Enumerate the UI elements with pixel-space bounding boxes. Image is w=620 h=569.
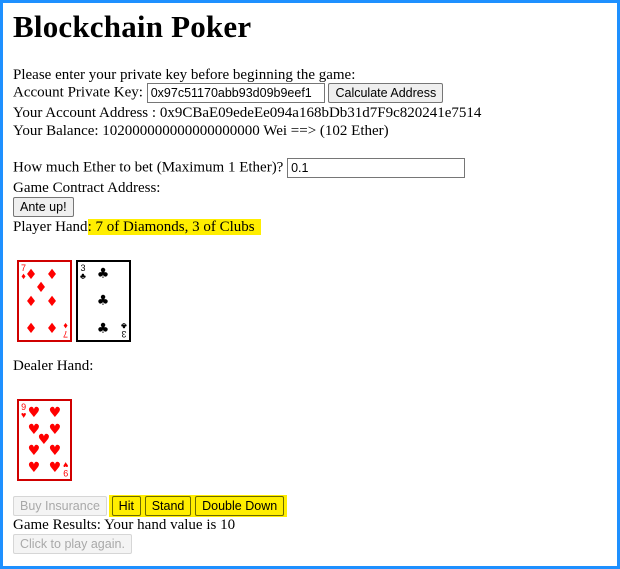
player-hand-row: Player Hand: 7 of Diamonds, 3 of Clubs — [13, 218, 261, 236]
club-icon: ♣ — [96, 266, 110, 282]
play-again-button[interactable]: Click to play again. — [13, 534, 132, 554]
private-key-input[interactable] — [146, 83, 325, 103]
dealer-hand-label: Dealer Hand: — [13, 358, 94, 374]
ante-row: Ante up! — [13, 197, 74, 217]
intro-text: Please enter your private key before beg… — [13, 67, 356, 83]
heart-icon: ♥ — [27, 443, 41, 459]
heart-icon: ♥ — [27, 405, 41, 421]
action-buttons: Buy Insurance Hit Stand Double Down — [13, 495, 288, 517]
bet-row: How much Ether to bet (Maximum 1 Ether)? — [13, 158, 466, 178]
diamond-icon: ♦ — [45, 321, 59, 337]
double-down-button[interactable]: Double Down — [195, 496, 285, 516]
card-rank: 3 ♣ — [80, 263, 86, 281]
dealer-card-1: 9 ♥ ♥ ♥ ♥ ♥ ♥ ♥ ♥ ♥ ♥ 9 ♥ — [17, 399, 72, 481]
player-hand-label: Player Hand — [13, 219, 88, 235]
club-icon: ♣ — [96, 293, 110, 309]
card-rank-bottom: 3 ♣ — [121, 321, 127, 339]
action-highlight: Hit Stand Double Down — [108, 495, 288, 517]
page-title: Blockchain Poker — [13, 9, 252, 44]
player-card-2: 3 ♣ ♣ ♣ ♣ 3 ♣ — [76, 260, 131, 342]
app-frame: Blockchain Poker Please enter your priva… — [0, 0, 620, 569]
card-rank-bottom: 9 ♥ — [62, 460, 68, 478]
diamond-icon: ♦ — [24, 294, 38, 310]
bet-label: How much Ether to bet (Maximum 1 Ether)? — [13, 159, 284, 176]
private-key-label: Account Private Key: — [13, 84, 143, 101]
card-rank-bottom: 7 ♦ — [62, 321, 68, 339]
bet-input[interactable] — [287, 158, 466, 178]
calculate-address-button[interactable]: Calculate Address — [328, 83, 444, 103]
buy-insurance-button[interactable]: Buy Insurance — [13, 496, 107, 516]
private-key-row: Account Private Key: Calculate Address — [13, 83, 444, 103]
diamond-icon: ♦ — [24, 321, 38, 337]
heart-icon: ♥ — [48, 443, 62, 459]
ante-up-button[interactable]: Ante up! — [13, 197, 74, 217]
stand-button[interactable]: Stand — [144, 496, 192, 516]
heart-icon: ♥ — [48, 460, 62, 476]
account-address: Your Account Address : 0x9CBaE09edeEe094… — [13, 105, 482, 121]
contract-address-label: Game Contract Address: — [13, 180, 161, 196]
diamond-icon: ♦ — [45, 267, 59, 283]
diamond-icon: ♦ — [34, 280, 48, 296]
balance-text: Your Balance: 102000000000000000000 Wei … — [13, 123, 389, 139]
diamond-icon: ♦ — [45, 294, 59, 310]
heart-icon: ♥ — [27, 460, 41, 476]
club-icon: ♣ — [96, 321, 110, 337]
play-again-row: Click to play again. — [13, 534, 132, 554]
card-rank: 9 ♥ — [21, 402, 27, 420]
player-hand-value: : 7 of Diamonds, 3 of Clubs — [87, 219, 261, 235]
hit-button[interactable]: Hit — [111, 496, 141, 516]
game-results: Game Results: Your hand value is 10 — [13, 517, 236, 533]
player-card-1: 7 ♦ ♦ ♦ ♦ ♦ ♦ ♦ ♦ 7 ♦ — [17, 260, 72, 342]
heart-icon: ♥ — [48, 405, 62, 421]
